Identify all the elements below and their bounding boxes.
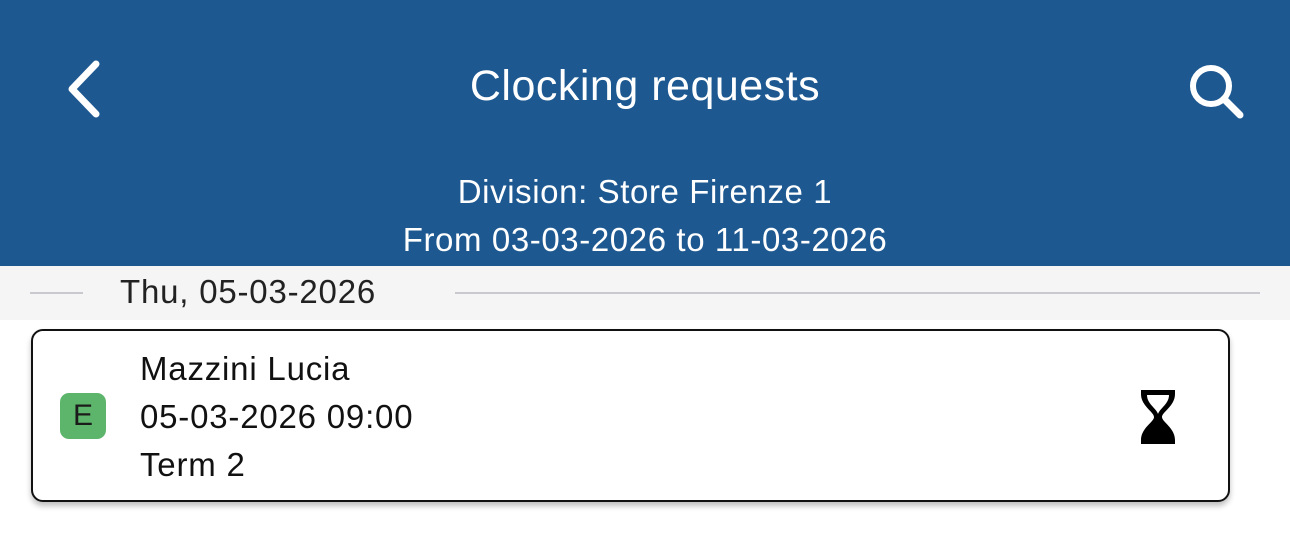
date-range-label: From 03-03-2026 to 11-03-2026 xyxy=(402,221,888,258)
hourglass-icon xyxy=(1138,388,1178,446)
employee-name: Mazzini Lucia xyxy=(140,350,351,387)
app-header: Clocking requests Division: Store Firenz… xyxy=(0,0,1290,266)
terminal-label: Term 2 xyxy=(140,446,246,483)
search-button[interactable] xyxy=(1176,52,1256,132)
request-datetime: 05-03-2026 09:00 xyxy=(140,398,414,435)
group-date-label: Thu, 05-03-2026 xyxy=(120,273,377,310)
divider-right xyxy=(455,292,1260,294)
search-icon xyxy=(1190,65,1244,119)
clocking-request-card[interactable]: E Mazzini Lucia 05-03-2026 09:00 Term 2 xyxy=(31,329,1230,502)
divider-left xyxy=(30,292,83,294)
division-label: Division: Store Firenze 1 xyxy=(457,173,833,210)
page-title: Clocking requests xyxy=(469,62,821,110)
type-badge: E xyxy=(60,393,106,439)
